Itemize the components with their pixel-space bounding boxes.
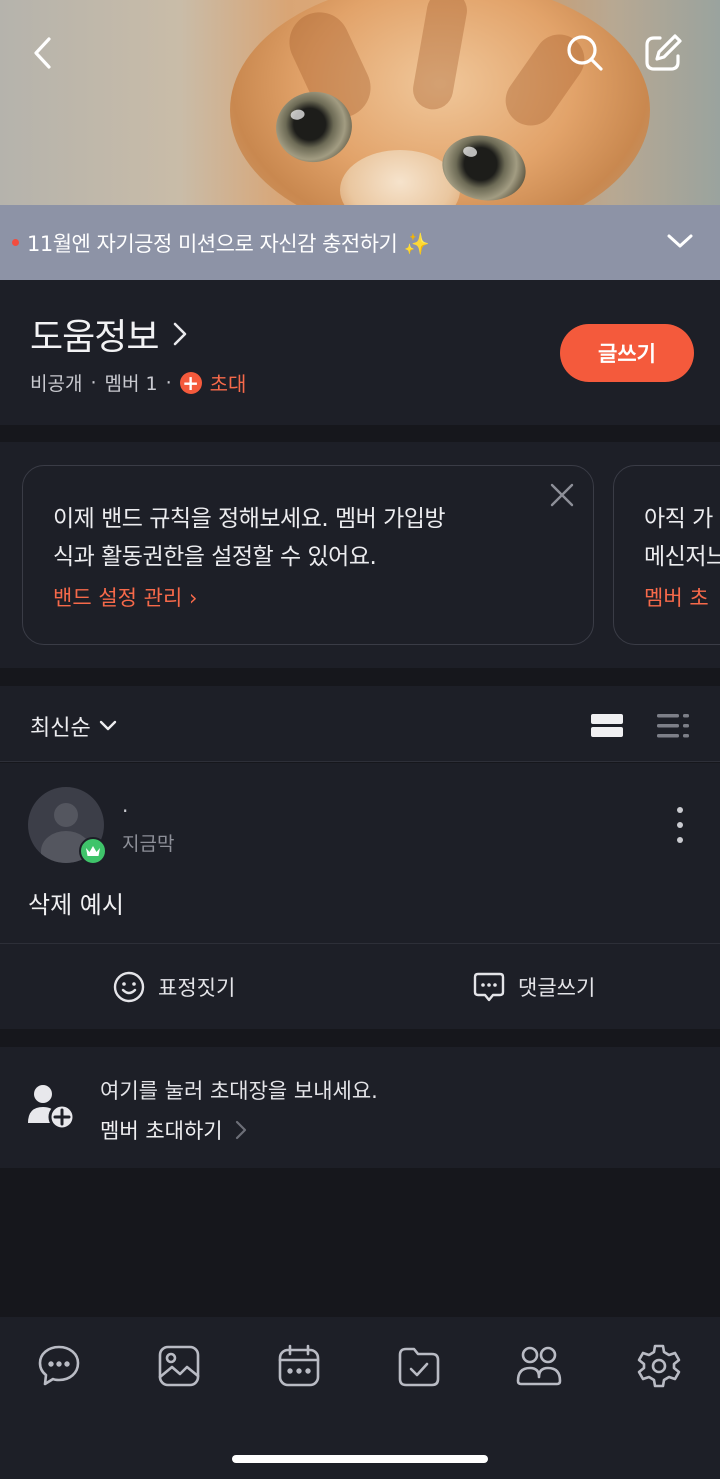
sort-bar: 최신순 [0, 686, 720, 762]
band-settings-link[interactable]: 밴드 설정 관리 › [53, 582, 197, 612]
close-icon[interactable] [547, 480, 577, 510]
list-view-icon[interactable] [656, 713, 690, 739]
notice-dot [12, 239, 19, 246]
post-actions: 표정짓기 댓글쓰기 [0, 943, 720, 1029]
add-member-icon [28, 1085, 76, 1131]
meta-separator: · [90, 371, 97, 394]
band-member-count: 멤버 1 [104, 373, 158, 395]
band-meta: 비공개 · 멤버 1 · + 초대 [30, 368, 246, 397]
chat-icon[interactable] [35, 1342, 83, 1390]
chevron-right-icon [235, 1120, 246, 1140]
search-icon[interactable] [562, 30, 608, 76]
meta-separator: · [165, 371, 172, 394]
folder-check-icon[interactable] [395, 1342, 443, 1390]
photo-icon[interactable] [155, 1342, 203, 1390]
compose-icon[interactable] [640, 30, 686, 76]
invite-members-row[interactable]: 여기를 눌러 초대장을 보내세요. 멤버 초대하기 [0, 1047, 720, 1168]
card-view-icon[interactable] [590, 713, 624, 739]
home-indicator [232, 1455, 488, 1463]
comment-icon [473, 972, 505, 1002]
band-title-text: 도움정보 [30, 317, 159, 358]
tip-carousel[interactable]: 이제 밴드 규칙을 정해보세요. 멤버 가입방 식과 활동권한을 설정할 수 있… [0, 442, 720, 668]
settings-icon[interactable] [635, 1342, 683, 1390]
sort-label: 최신순 [30, 716, 91, 741]
chevron-down-icon[interactable] [666, 231, 694, 251]
tip-text: 이제 밴드 규칙을 정해보세요. 멤버 가입방 식과 활동권한을 설정할 수 있… [53, 506, 446, 570]
members-icon[interactable] [515, 1342, 563, 1390]
write-post-button[interactable]: 글쓰기 [560, 324, 694, 382]
notice-banner[interactable]: 11월엔 자기긍정 미션으로 자신감 충전하기 ✨ [0, 205, 720, 280]
chevron-right-icon [174, 322, 187, 346]
emote-button[interactable]: 표정짓기 [112, 970, 235, 1004]
post-author[interactable]: · [122, 799, 128, 823]
invite-members-link[interactable]: 멤버 초대하기 [100, 1115, 247, 1145]
post-card[interactable]: · 지금막 삭제 예시 표정짓기 댓글쓰기 [0, 763, 720, 1029]
post-body[interactable]: 삭제 예시 [28, 885, 124, 920]
tip-text: 아직 가 메신저느 [644, 506, 720, 570]
calendar-icon[interactable] [275, 1342, 323, 1390]
comment-button[interactable]: 댓글쓰기 [472, 970, 595, 1004]
band-visibility: 비공개 [30, 373, 83, 395]
notice-text: 11월엔 자기긍정 미션으로 자신감 충전하기 ✨ [27, 231, 430, 256]
plus-circle-icon[interactable]: + [179, 371, 202, 394]
invite-link[interactable]: 초대 [210, 368, 247, 397]
comment-label: 댓글쓰기 [518, 976, 596, 1000]
smiley-icon [113, 971, 145, 1003]
band-cover-image [0, 0, 720, 205]
member-invite-tip-link[interactable]: 멤버 초 [644, 582, 709, 612]
invite-prompt-text: 여기를 눌러 초대장을 보내세요. [100, 1079, 378, 1103]
tip-card[interactable]: 이제 밴드 규칙을 정해보세요. 멤버 가입방 식과 활동권한을 설정할 수 있… [22, 465, 594, 645]
chevron-down-icon [99, 720, 116, 731]
crown-icon [79, 837, 107, 865]
post-time: 지금막 [122, 833, 175, 855]
band-title[interactable]: 도움정보 [30, 308, 188, 360]
band-header: 도움정보 비공개 · 멤버 1 · + 초대 글쓰기 [0, 280, 720, 425]
emote-label: 표정짓기 [158, 976, 236, 1000]
sort-dropdown[interactable]: 최신순 [30, 710, 117, 742]
more-options-icon[interactable] [668, 807, 692, 843]
back-arrow-icon[interactable] [20, 30, 66, 76]
tip-card[interactable]: 아직 가 메신저느 멤버 초 [613, 465, 720, 645]
